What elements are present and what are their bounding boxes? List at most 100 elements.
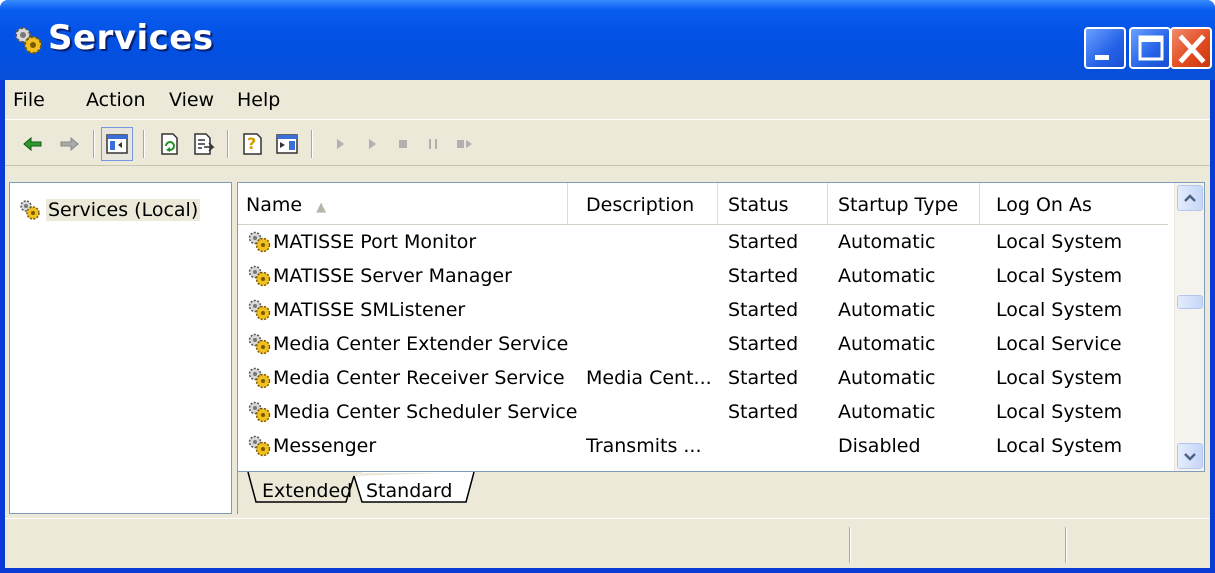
- view-tabs: Extended Standard: [237, 472, 1205, 514]
- scroll-down-button[interactable]: [1177, 443, 1203, 469]
- service-name: MATISSE Server Manager: [246, 259, 578, 293]
- service-log-on-as: Local System: [996, 265, 1123, 287]
- service-name-label: MATISSE SMListener: [273, 299, 466, 321]
- start-service-alt-icon[interactable]: [361, 132, 385, 156]
- toolbar-separator: [311, 130, 313, 158]
- service-name: MATISSE SMListener: [246, 293, 578, 327]
- gears-icon: [248, 367, 271, 389]
- service-name-label: MATISSE Server Manager: [273, 265, 512, 287]
- toolbar-separator: [143, 130, 145, 158]
- table-row[interactable]: MATISSE Server Manager Started Automatic Lo…: [238, 259, 1168, 293]
- start-service-icon[interactable]: [329, 132, 353, 156]
- service-status: [728, 429, 828, 463]
- column-header-log-on-as[interactable]: Log On As: [988, 183, 1168, 225]
- service-description: [586, 327, 720, 361]
- column-header-startup-type[interactable]: Startup Type: [830, 183, 980, 225]
- service-name: Media Center Scheduler Service: [246, 395, 578, 429]
- column-header-name[interactable]: Name ▲: [238, 183, 568, 225]
- service-startup-type: Automatic: [838, 401, 936, 423]
- sort-ascending-icon: ▲: [316, 200, 327, 215]
- tab-standard[interactable]: Standard: [366, 480, 452, 502]
- toolbar-separator: [227, 130, 229, 158]
- chevron-up-icon: [1184, 194, 1196, 202]
- minimize-button[interactable]: [1084, 27, 1126, 69]
- maximize-button[interactable]: [1129, 27, 1171, 69]
- properties-icon[interactable]: [275, 132, 299, 156]
- service-status: Started: [728, 333, 799, 355]
- gears-icon: [248, 231, 271, 253]
- toolbar-separator: [93, 130, 95, 158]
- service-log-on-as: Local System: [996, 367, 1123, 389]
- status-separator: [1065, 527, 1067, 563]
- service-name-label: Media Center Extender Service: [273, 333, 569, 355]
- toolbar: ?: [5, 122, 1210, 166]
- tab-extended[interactable]: Extended: [262, 480, 352, 502]
- gears-icon: [15, 27, 42, 54]
- service-startup-type: Automatic: [838, 333, 936, 355]
- maximize-icon: [1138, 35, 1164, 61]
- service-log-on-as: Local System: [996, 231, 1123, 253]
- service-startup-type: Automatic: [838, 265, 936, 287]
- service-name: Media Center Extender Service: [246, 327, 578, 361]
- menu-action[interactable]: Action: [86, 89, 146, 111]
- service-startup-type: Automatic: [838, 231, 936, 253]
- service-name-label: Media Center Scheduler Service: [273, 401, 578, 423]
- column-header-description[interactable]: Description: [578, 183, 718, 225]
- service-name: MATISSE Port Monitor: [246, 225, 578, 259]
- scroll-up-button[interactable]: [1177, 185, 1203, 211]
- status-bar: [5, 518, 1210, 568]
- service-log-on-as: Local System: [996, 435, 1123, 457]
- menu-view[interactable]: View: [169, 89, 214, 111]
- tree-item-label: Services (Local): [46, 199, 201, 221]
- back-arrow-icon[interactable]: [21, 132, 45, 156]
- scroll-thumb[interactable]: [1177, 295, 1203, 309]
- title-bar[interactable]: Services: [0, 0, 1215, 80]
- console-tree: Services (Local): [9, 182, 232, 514]
- table-row[interactable]: Media Center Extender Service Started Auto…: [238, 327, 1168, 361]
- column-header-label: Name: [246, 194, 303, 216]
- refresh-icon[interactable]: [157, 132, 181, 156]
- restart-service-icon[interactable]: [453, 132, 477, 156]
- gears-icon: [248, 299, 271, 321]
- tree-item-services-local[interactable]: Services (Local): [18, 195, 201, 225]
- table-row[interactable]: Messenger Transmits ... Disabled Local Syst…: [238, 429, 1168, 463]
- service-description: Media Cent...: [586, 367, 712, 389]
- service-startup-type: Automatic: [838, 299, 936, 321]
- minimize-icon: [1095, 55, 1109, 60]
- forward-arrow-icon[interactable]: [57, 132, 81, 156]
- table-row[interactable]: MATISSE Port Monitor Started Automatic Loca…: [238, 225, 1168, 259]
- service-description: [586, 293, 720, 327]
- gears-icon: [248, 435, 271, 457]
- service-name-label: MATISSE Port Monitor: [273, 231, 477, 253]
- service-name: Media Center Receiver Service: [246, 361, 578, 395]
- stop-service-icon[interactable]: [391, 132, 415, 156]
- service-status: Started: [728, 401, 799, 423]
- services-window: Services File Action View Help ? Service…: [0, 0, 1215, 573]
- service-status: Started: [728, 299, 799, 321]
- service-name-label: Messenger: [273, 435, 377, 457]
- pause-service-icon[interactable]: [421, 132, 445, 156]
- service-startup-type: Disabled: [838, 435, 921, 457]
- table-row[interactable]: Media Center Scheduler Service Started Aut…: [238, 395, 1168, 429]
- window-title: Services: [48, 18, 214, 58]
- services-list: Name ▲ Description Status Startup Type Lo…: [237, 182, 1205, 472]
- status-separator: [849, 527, 851, 563]
- service-log-on-as: Local Service: [996, 333, 1122, 355]
- service-name: Messenger: [246, 429, 578, 463]
- table-row[interactable]: MATISSE SMListener Started Automatic Local …: [238, 293, 1168, 327]
- gears-icon: [20, 200, 40, 220]
- vertical-scrollbar[interactable]: [1174, 183, 1204, 471]
- list-header: Name ▲ Description Status Startup Type Lo…: [238, 183, 1168, 225]
- close-button[interactable]: [1170, 27, 1212, 69]
- menu-help[interactable]: Help: [237, 89, 280, 111]
- column-header-status[interactable]: Status: [720, 183, 828, 225]
- table-row[interactable]: Media Center Receiver Service Media Cent.…: [238, 361, 1168, 395]
- gears-icon: [248, 333, 271, 355]
- export-list-icon[interactable]: [191, 132, 215, 156]
- service-description: [586, 225, 720, 259]
- show-hide-console-tree-icon[interactable]: [105, 132, 129, 156]
- service-startup-type: Automatic: [838, 367, 936, 389]
- menu-file[interactable]: File: [13, 89, 45, 111]
- help-icon[interactable]: ?: [241, 132, 265, 156]
- service-description: [586, 395, 720, 429]
